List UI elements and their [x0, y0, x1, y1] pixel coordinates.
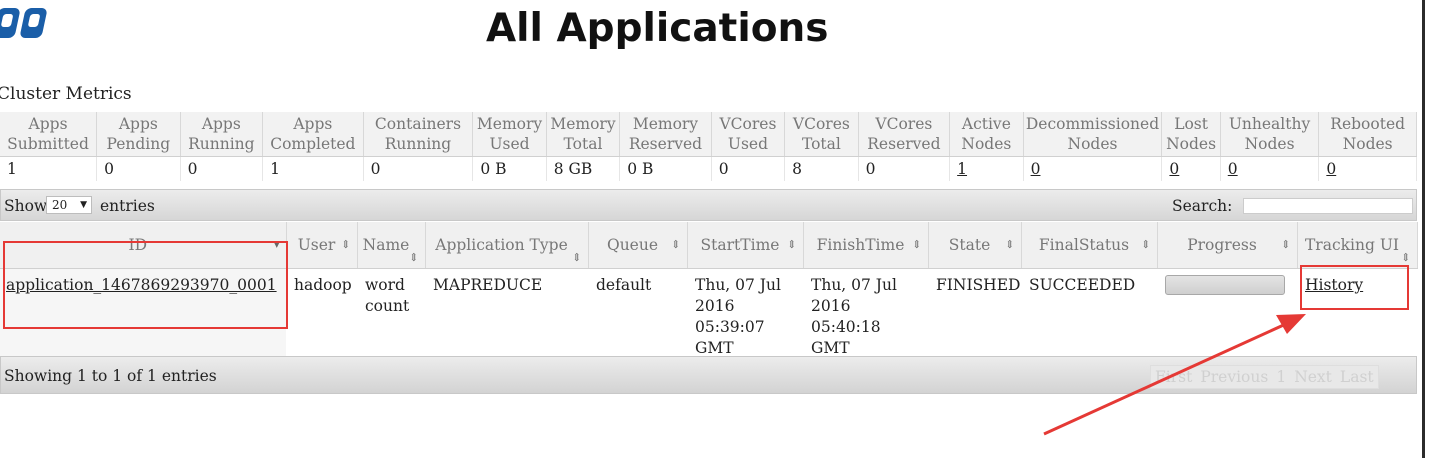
annotation-arrow-icon: [1043, 314, 1306, 436]
